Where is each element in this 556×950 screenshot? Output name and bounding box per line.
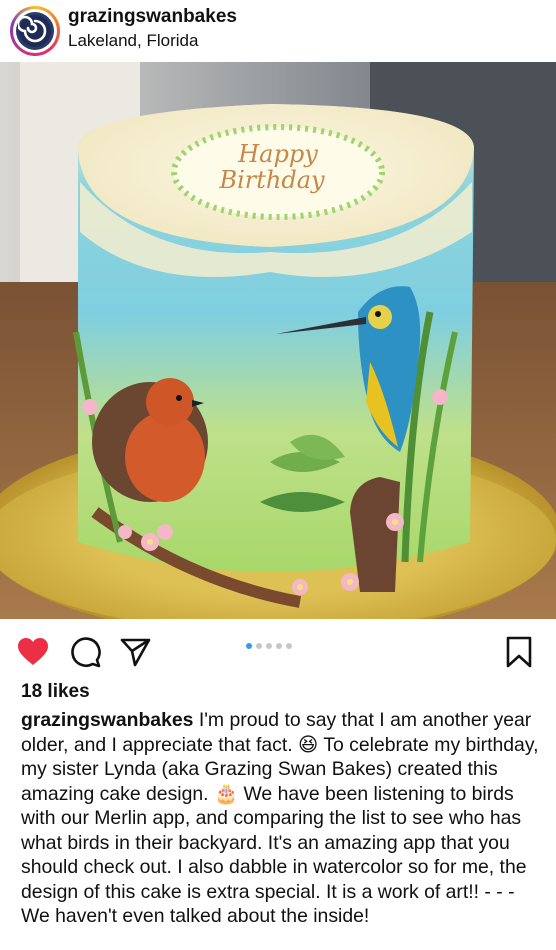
carousel-dot (276, 643, 282, 649)
cake-happy-text: Happy (237, 140, 318, 168)
likes-count[interactable]: 18 likes (21, 681, 90, 703)
carousel-dot (266, 643, 272, 649)
carousel-dot-active (246, 643, 252, 649)
post-location[interactable]: Lakeland, Florida (68, 31, 198, 51)
post-photo[interactable]: Happy Birthday (0, 62, 556, 619)
heart-icon[interactable] (16, 635, 50, 669)
profile-avatar[interactable] (10, 6, 60, 56)
bookmark-icon[interactable] (502, 635, 536, 669)
caption-username[interactable]: grazingswanbakes (21, 709, 193, 731)
avatar-swirl-icon (16, 12, 54, 50)
cake-birthday-text: Birthday (218, 166, 325, 194)
caption-text: I'm proud to say that I am another year … (21, 709, 539, 927)
post-username[interactable]: grazingswanbakes (68, 6, 237, 28)
post-caption: grazingswanbakes I'm proud to say that I… (21, 708, 541, 929)
carousel-dot (286, 643, 292, 649)
post-header: grazingswanbakes Lakeland, Florida (0, 0, 556, 62)
carousel-indicator (246, 643, 292, 649)
carousel-dot (256, 643, 262, 649)
post-actions-bar (0, 619, 556, 681)
comment-icon[interactable] (68, 635, 102, 669)
share-icon[interactable] (118, 635, 152, 669)
